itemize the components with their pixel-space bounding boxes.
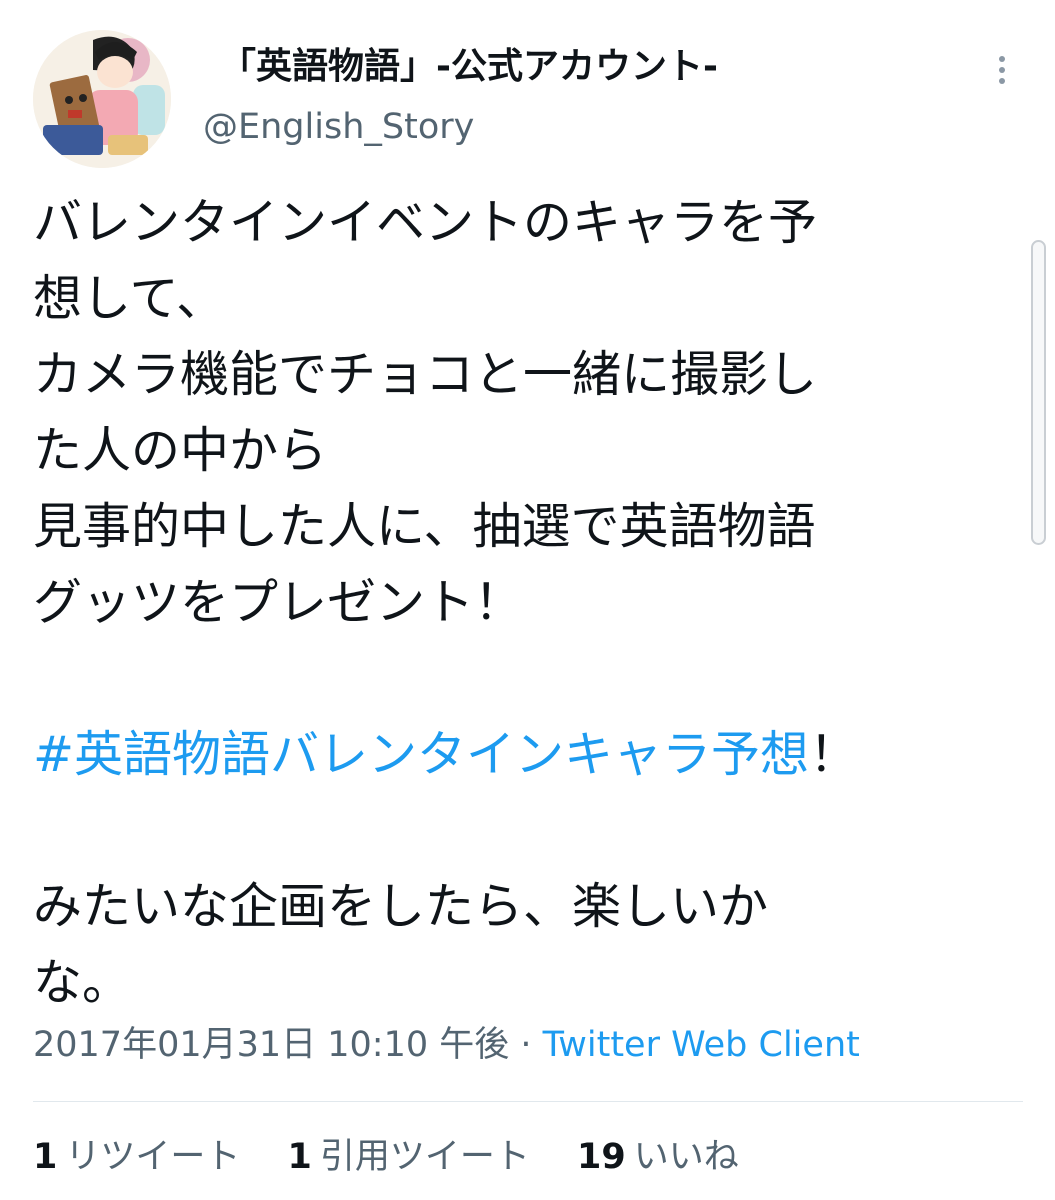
avatar-illustration <box>33 30 171 168</box>
likes-stat[interactable]: 19 いいね <box>577 1132 739 1182</box>
tweet-stats: 1 リツイート 1 引用ツイート 19 いいね <box>33 1132 775 1182</box>
retweets-stat[interactable]: 1 リツイート <box>33 1132 240 1182</box>
tweet-text-line: カメラ機能でチョコと一緒に撮影し <box>33 346 818 403</box>
hashtag-line: #英語物語バレンタインキャラ予想！ <box>33 717 983 793</box>
tweet-detail: 「英語物語」-公式アカウント- @English_Story バレンタインイベン… <box>0 0 1055 1200</box>
tweet-text-line: バレンタインイベントのキャラを予 <box>33 194 818 251</box>
more-vertical-icon[interactable] <box>985 50 1021 90</box>
tweet-source[interactable]: Twitter Web Client <box>543 1025 860 1065</box>
tweet-meta: 2017年01月31日 10:10 午後 · Twitter Web Clien… <box>33 1020 860 1070</box>
avatar[interactable] <box>33 30 171 168</box>
quotes-count: 1 <box>287 1137 312 1177</box>
tweet-text-line: 想して、 <box>33 270 226 327</box>
hashtag-link[interactable]: #英語物語バレンタインキャラ予想 <box>33 726 809 783</box>
tweet-text: バレンタインイベントのキャラを予 想して、 カメラ機能でチョコと一緒に撮影し た… <box>33 185 983 1021</box>
tweet-text-line: グッツをプレゼント！ <box>33 574 524 631</box>
divider <box>33 1101 1023 1102</box>
scrollbar[interactable] <box>1031 240 1046 545</box>
hashtag-suffix: ！ <box>809 726 859 783</box>
author-handle[interactable]: @English_Story <box>203 105 474 149</box>
tweet-text-line: 見事的中した人に、抽選で英語物語 <box>33 498 816 555</box>
retweets-count: 1 <box>33 1137 58 1177</box>
author-display-name[interactable]: 「英語物語」-公式アカウント- <box>220 44 718 90</box>
likes-count: 19 <box>577 1137 626 1177</box>
tweet-text-line: た人の中から <box>33 422 328 479</box>
quotes-label: 引用ツイート <box>319 1137 530 1177</box>
meta-separator: · <box>509 1025 543 1065</box>
tweet-text-line: みたいな企画をしたら、楽しいか <box>33 878 769 935</box>
tweet-timestamp[interactable]: 2017年01月31日 10:10 午後 <box>33 1025 509 1065</box>
quotes-stat[interactable]: 1 引用ツイート <box>288 1132 530 1182</box>
retweets-label: リツイート <box>65 1137 241 1177</box>
tweet-text-line: な。 <box>33 954 132 1011</box>
likes-label: いいね <box>633 1137 739 1177</box>
